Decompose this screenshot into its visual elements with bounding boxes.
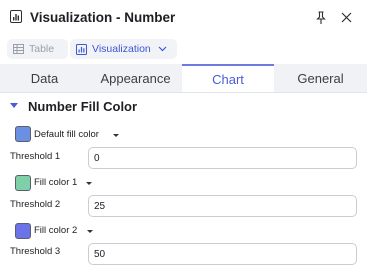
default-fill-color-swatch[interactable] <box>15 126 31 142</box>
close-icon[interactable] <box>341 12 352 23</box>
visualization-chip[interactable]: Visualization <box>70 39 177 59</box>
chart-icon <box>76 43 87 55</box>
threshold-3-label: Threshold 3 <box>10 246 61 257</box>
tab-chart-label: Chart <box>212 71 244 87</box>
tab-data[interactable]: Data <box>0 64 89 92</box>
visualization-chip-label: Visualization <box>92 43 151 55</box>
fill-color-2-label: Fill color 2 <box>34 225 78 236</box>
fill-color-2-swatch[interactable] <box>15 223 31 239</box>
panel-title: Visualization - Number <box>30 10 176 25</box>
threshold-1-input[interactable] <box>88 147 357 169</box>
tab-data-label: Data <box>30 70 59 86</box>
fill-color-1-label: Fill color 1 <box>34 177 78 188</box>
tab-general-label: General <box>297 70 344 86</box>
bar-chart-icon <box>10 10 22 23</box>
fill-color-1-swatch[interactable] <box>15 175 31 191</box>
tab-bar: Data Appearance Chart General <box>0 64 367 93</box>
section-title: Number Fill Color <box>28 99 138 114</box>
threshold-2-input[interactable] <box>88 195 357 217</box>
table-chip-label: Table <box>29 43 55 55</box>
tab-appearance[interactable]: Appearance <box>89 64 182 92</box>
tab-chart[interactable]: Chart <box>182 64 274 92</box>
default-fill-color-label: Default fill color <box>34 129 99 140</box>
threshold-2-label: Threshold 2 <box>10 199 61 210</box>
threshold-3-input[interactable] <box>88 243 357 265</box>
tab-general[interactable]: General <box>274 64 367 92</box>
tab-appearance-label: Appearance <box>100 70 171 86</box>
caret-down-icon[interactable] <box>87 230 93 233</box>
table-icon <box>13 44 24 54</box>
chevron-down-icon <box>158 46 167 52</box>
table-chip[interactable]: Table <box>7 39 68 59</box>
pin-icon[interactable] <box>316 11 326 25</box>
caret-down-icon[interactable] <box>86 182 92 185</box>
collapse-arrow-icon[interactable] <box>10 103 18 108</box>
threshold-1-label: Threshold 1 <box>10 151 61 162</box>
caret-down-icon[interactable] <box>113 134 119 137</box>
